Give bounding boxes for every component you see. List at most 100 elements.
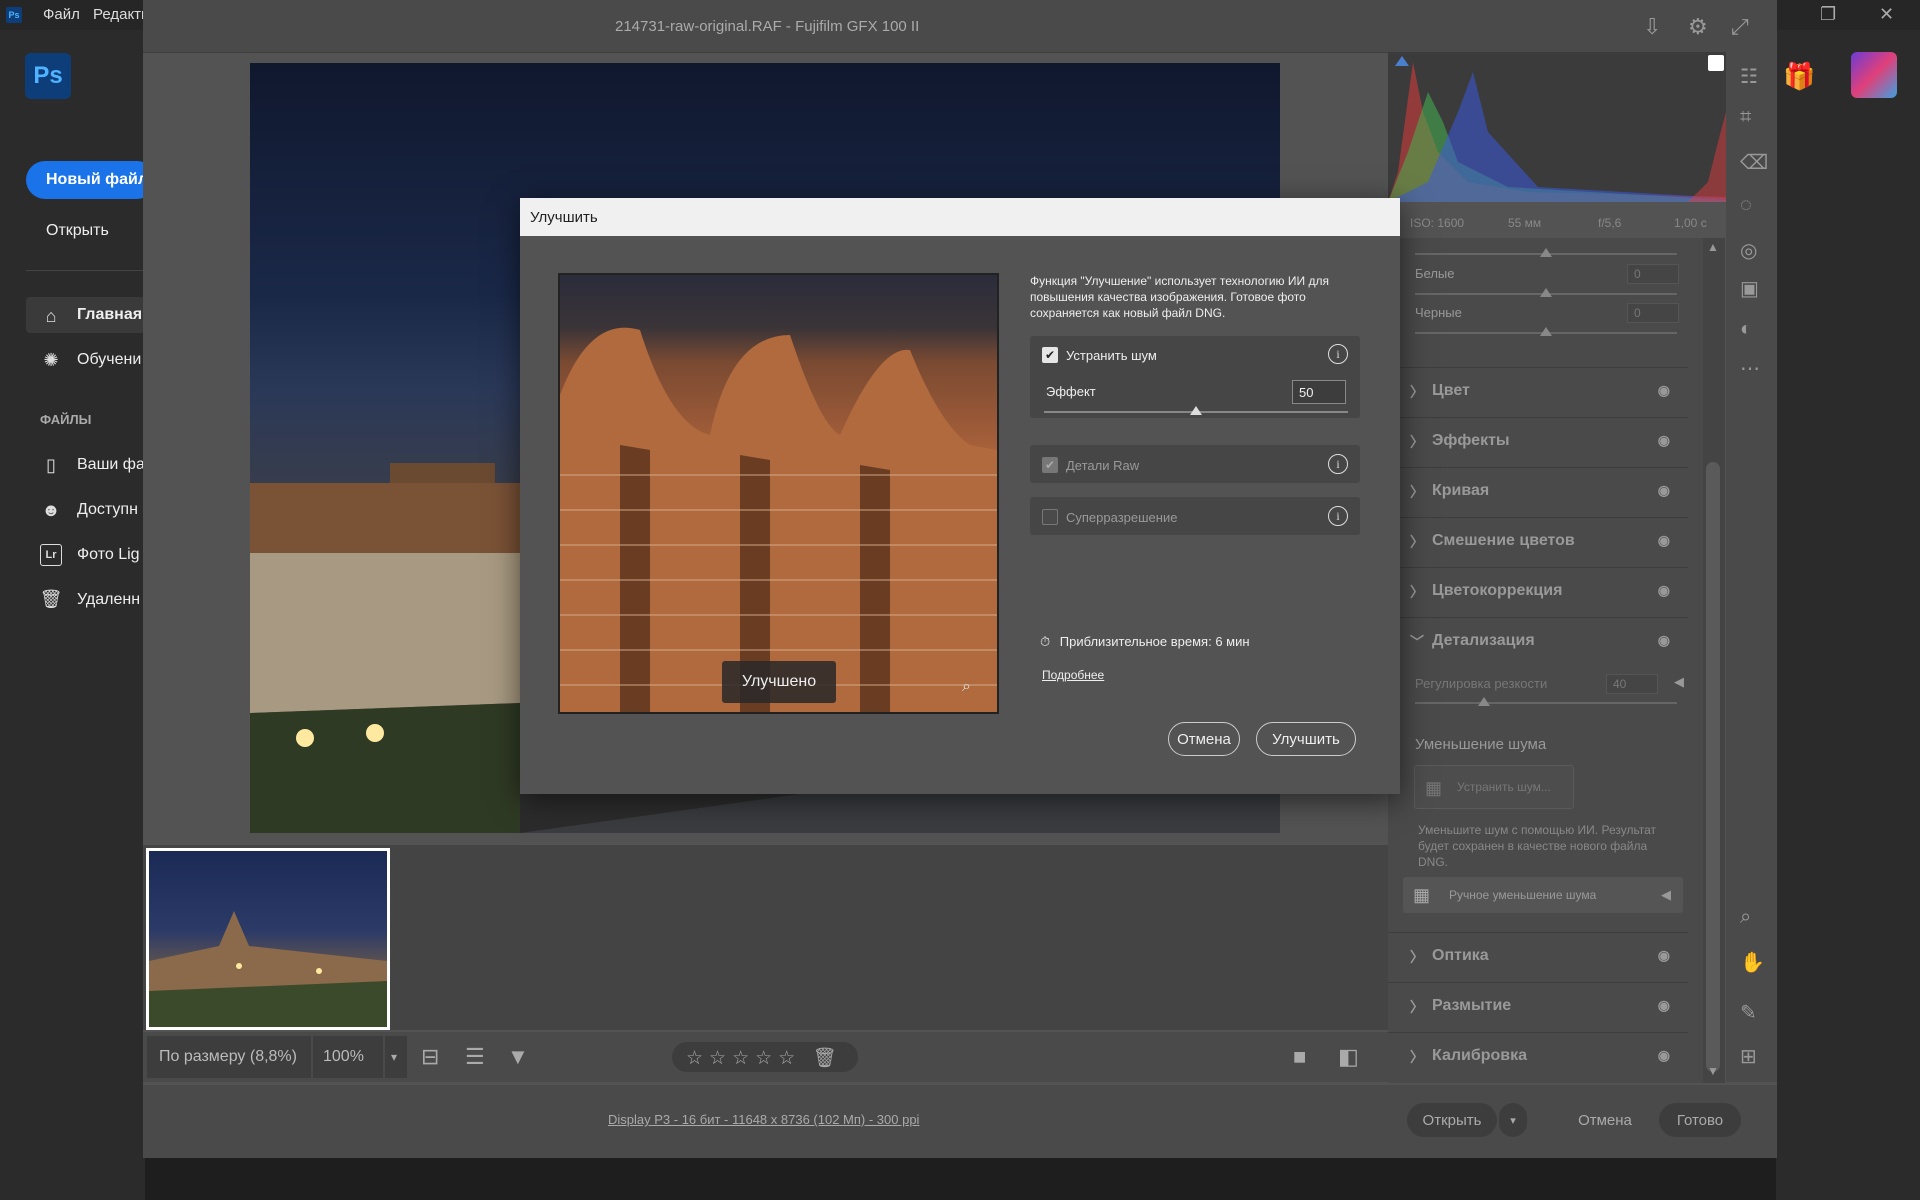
mask-icon[interactable]: ◌ — [1740, 194, 1752, 217]
section-label: Цвет — [1432, 382, 1470, 399]
section-optics[interactable]: 〉 Оптика ◉ — [1388, 932, 1688, 982]
crop-icon[interactable]: ⌗ — [1740, 106, 1751, 129]
eye-icon[interactable]: ◉ — [1658, 432, 1670, 449]
sharpen-expand-icon[interactable]: ◀ — [1674, 674, 1684, 690]
zoom-dropdown-chevron-icon[interactable]: ▾ — [385, 1036, 407, 1078]
highlight-clipping-icon[interactable] — [1708, 55, 1724, 71]
super-res-info-icon[interactable]: i — [1328, 506, 1348, 526]
eraser-icon[interactable]: ⌫ — [1740, 150, 1768, 175]
section-curve[interactable]: 〉 Кривая ◉ — [1388, 467, 1688, 517]
eye-icon[interactable]: ◉ — [1658, 582, 1670, 599]
eye-icon[interactable]: ◉ — [1658, 532, 1670, 549]
enhance-button[interactable]: Улучшить — [1256, 722, 1356, 756]
dialog-cancel-button[interactable]: Отмена — [1168, 722, 1240, 756]
scrollbar-thumb[interactable] — [1706, 462, 1720, 1072]
section-blur[interactable]: 〉 Размытие ◉ — [1388, 982, 1688, 1032]
zoom-magnifier-icon[interactable]: ⌕ — [962, 678, 971, 696]
denoise-checkbox[interactable]: ✔ — [1042, 347, 1058, 363]
scroll-down-icon[interactable]: ▼ — [1707, 1064, 1719, 1078]
nav-your-files[interactable]: Ваши фа — [77, 456, 145, 474]
section-calibration[interactable]: 〉 Калибровка ◉ — [1388, 1032, 1688, 1082]
close-window-icon[interactable]: ✕ — [1879, 4, 1894, 25]
scroll-up-icon[interactable]: ▲ — [1707, 240, 1719, 254]
effect-slider-knob[interactable] — [1190, 406, 1202, 415]
restore-window-icon[interactable]: ❐ — [1820, 4, 1836, 25]
eye-icon[interactable]: ◉ — [1658, 947, 1670, 964]
expand-left-icon[interactable]: ◀ — [1661, 887, 1671, 903]
edit-sliders-icon[interactable]: ☷ — [1740, 64, 1758, 89]
raw-details-info-icon[interactable]: i — [1328, 454, 1348, 474]
menu-edit[interactable]: Редакти — [93, 6, 149, 23]
workflow-options-link[interactable]: Display P3 - 16 бит - 11648 x 8736 (102 … — [608, 1112, 919, 1127]
section-effects[interactable]: 〉 Эффекты ◉ — [1388, 417, 1688, 467]
more-icon[interactable]: ⋯ — [1740, 356, 1760, 381]
eye-icon[interactable]: ◉ — [1658, 1047, 1670, 1064]
chevron-right-icon: 〉 — [1410, 534, 1424, 550]
nav-deleted[interactable]: Удаленн — [77, 591, 140, 609]
open-options-chevron-icon[interactable]: ▾ — [1499, 1103, 1527, 1137]
grid-icon[interactable]: ⊞ — [1740, 1044, 1757, 1069]
whites-knob[interactable] — [1540, 288, 1552, 297]
acr-cancel-button[interactable]: Отмена — [1555, 1103, 1655, 1137]
filmstrip-view-icon[interactable]: ⊟ — [421, 1044, 439, 1070]
sharpen-value[interactable]: 40 — [1606, 674, 1658, 694]
done-button[interactable]: Готово — [1659, 1103, 1741, 1137]
before-after-icon[interactable]: ◧ — [1338, 1044, 1359, 1070]
nav-shared[interactable]: Доступн — [77, 501, 138, 519]
new-file-button[interactable]: Новый файл — [26, 161, 156, 199]
eyedropper-icon[interactable]: ✎ — [1740, 1000, 1757, 1025]
camera-meta: ISO: 1600 55 мм f/5,6 1,00 с — [1388, 210, 1726, 236]
section-detail[interactable]: ﹀ Детализация ◉ — [1388, 617, 1688, 667]
manual-nr-row[interactable]: ▦ Ручное уменьшение шума ◀ — [1403, 877, 1683, 913]
file-icon: ▯ — [46, 454, 56, 475]
nav-home[interactable]: Главная — [77, 306, 142, 324]
zoom-fit-button[interactable]: По размеру (8,8%) — [147, 1036, 311, 1078]
denoise-info-icon[interactable]: i — [1328, 344, 1348, 364]
whites-value[interactable]: 0 — [1627, 264, 1679, 284]
blacks-knob[interactable] — [1540, 327, 1552, 336]
sort-icon[interactable]: ☰ — [465, 1044, 485, 1070]
zoom-tool-icon[interactable]: ⌕ — [1740, 906, 1751, 929]
single-view-icon[interactable]: ■ — [1293, 1044, 1306, 1070]
dialog-title: Улучшить — [520, 198, 1400, 236]
section-color-mixer[interactable]: 〉 Смешение цветов ◉ — [1388, 517, 1688, 567]
save-icon[interactable]: ⇩ — [1643, 14, 1661, 40]
eye-icon[interactable]: ◉ — [1658, 632, 1670, 649]
filmstrip-thumbnail[interactable] — [146, 848, 390, 1030]
red-eye-icon[interactable]: ◎ — [1740, 238, 1757, 263]
eye-icon[interactable]: ◉ — [1658, 382, 1670, 399]
gift-icon[interactable]: 🎁 — [1783, 61, 1815, 92]
section-color-grading[interactable]: 〉 Цветокоррекция ◉ — [1388, 567, 1688, 617]
eye-icon[interactable]: ◉ — [1658, 482, 1670, 499]
hand-tool-icon[interactable]: ✋ — [1740, 950, 1765, 975]
eye-icon[interactable]: ◉ — [1658, 997, 1670, 1014]
section-color[interactable]: 〉 Цвет ◉ — [1388, 367, 1688, 417]
star-rating[interactable]: ☆☆☆☆☆ 🗑 — [672, 1042, 858, 1072]
effect-value-input[interactable]: 50 — [1292, 380, 1346, 404]
filter-icon[interactable]: ▼ — [507, 1044, 529, 1070]
zoom-100-button[interactable]: 100% — [313, 1036, 383, 1078]
fullscreen-icon[interactable]: ⤢ — [1731, 14, 1749, 40]
blacks-value[interactable]: 0 — [1627, 303, 1679, 323]
nav-learn[interactable]: Обучени — [77, 351, 141, 369]
gear-icon[interactable]: ⚙ — [1688, 14, 1708, 40]
stars-text[interactable]: ☆☆☆☆☆ — [686, 1048, 801, 1069]
preview-label: Улучшено — [722, 661, 836, 703]
sharpen-slider[interactable] — [1415, 702, 1677, 704]
enhance-preview[interactable] — [558, 273, 999, 714]
user-avatar[interactable] — [1851, 52, 1897, 98]
presets-icon[interactable]: ◐ — [1740, 318, 1752, 341]
open-image-button[interactable]: Открыть — [1407, 1103, 1497, 1137]
denoise-button[interactable]: ▦ Устранить шум... — [1414, 765, 1574, 809]
menu-file[interactable]: Файл — [43, 6, 80, 23]
nav-lr-photos[interactable]: Фото Lig — [77, 546, 140, 564]
sharpen-knob[interactable] — [1478, 697, 1490, 706]
learn-more-link[interactable]: Подробнее — [1042, 668, 1104, 682]
divider — [26, 270, 145, 271]
slider-knob[interactable] — [1540, 248, 1552, 257]
section-label: Кривая — [1432, 482, 1490, 499]
open-button[interactable]: Открыть — [46, 222, 109, 240]
shadow-clipping-icon[interactable] — [1395, 56, 1409, 66]
trash-icon[interactable]: 🗑 — [812, 1048, 836, 1069]
layers-icon[interactable]: ▣ — [1740, 276, 1759, 301]
